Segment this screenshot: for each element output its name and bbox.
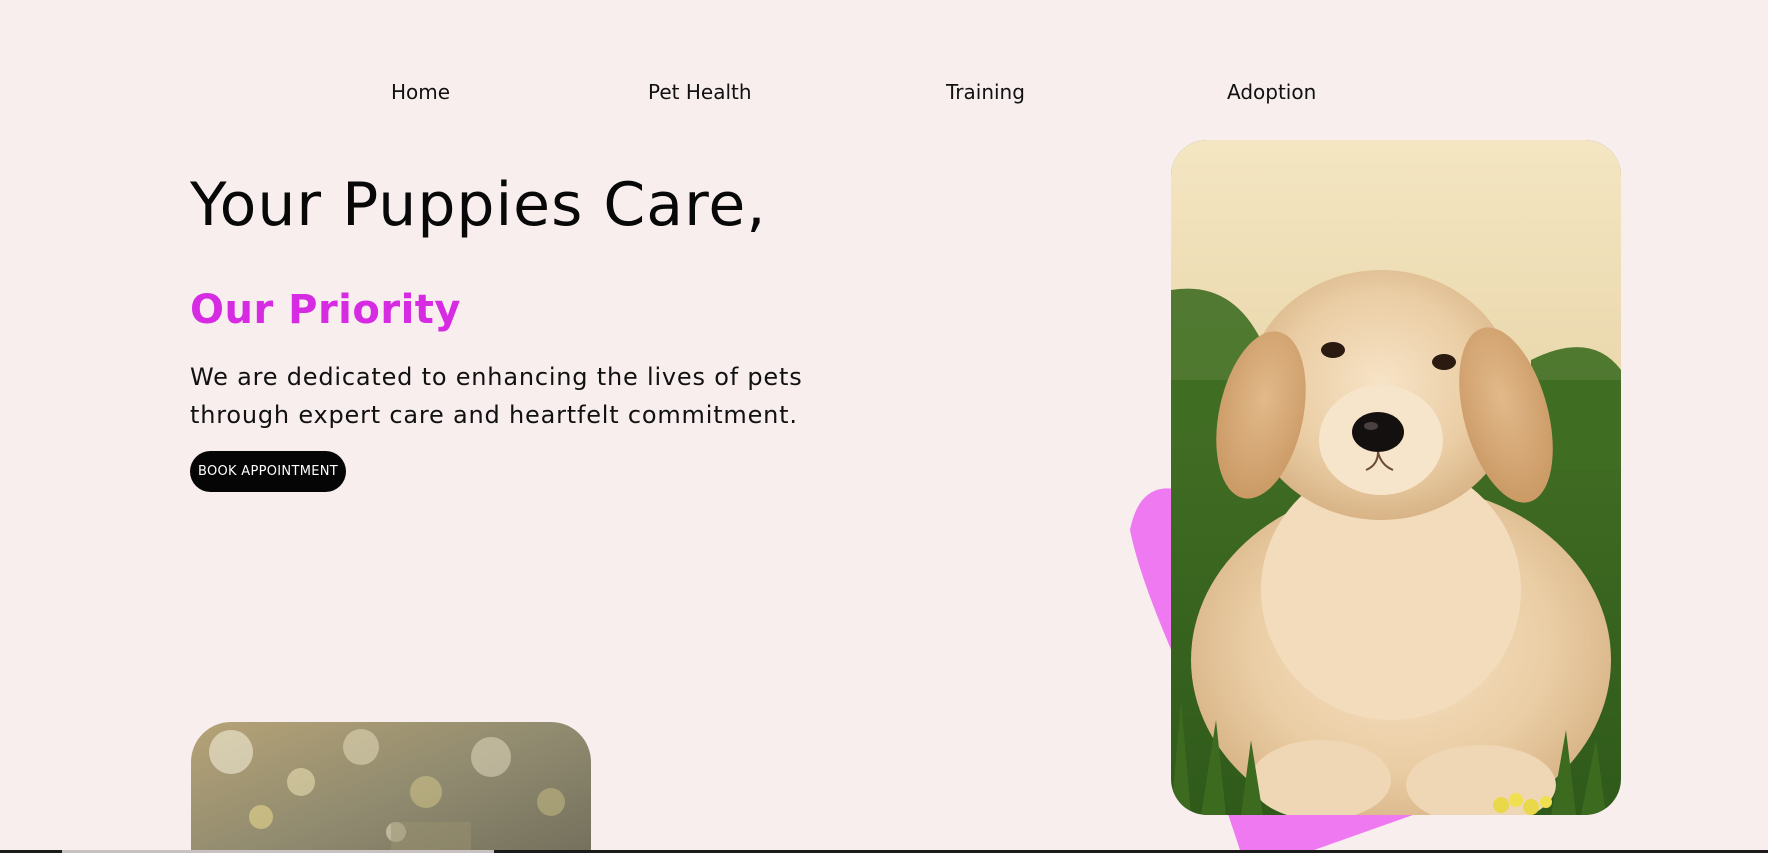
nav-adoption-link[interactable]: Adoption [1227,80,1316,104]
nav-pet-health-link[interactable]: Pet Health [648,80,752,104]
nav-home-link[interactable]: Home [391,80,450,104]
main-nav: Home Pet Health Training Adoption [0,80,1768,108]
bokeh-image [191,722,591,853]
golden-retriever-puppy-image [1171,140,1621,815]
bottom-photo [191,722,591,853]
page: Home Pet Health Training Adoption Your P… [0,0,1768,853]
hero-title: Your Puppies Care, [190,170,767,240]
hero-description: We are dedicated to enhancing the lives … [190,363,803,429]
puppy-photo [1171,140,1621,815]
hero-subtitle: Our Priority [190,287,461,333]
nav-training-link[interactable]: Training [946,80,1025,104]
book-appointment-button[interactable]: BOOK APPOINTMENT [190,451,346,492]
